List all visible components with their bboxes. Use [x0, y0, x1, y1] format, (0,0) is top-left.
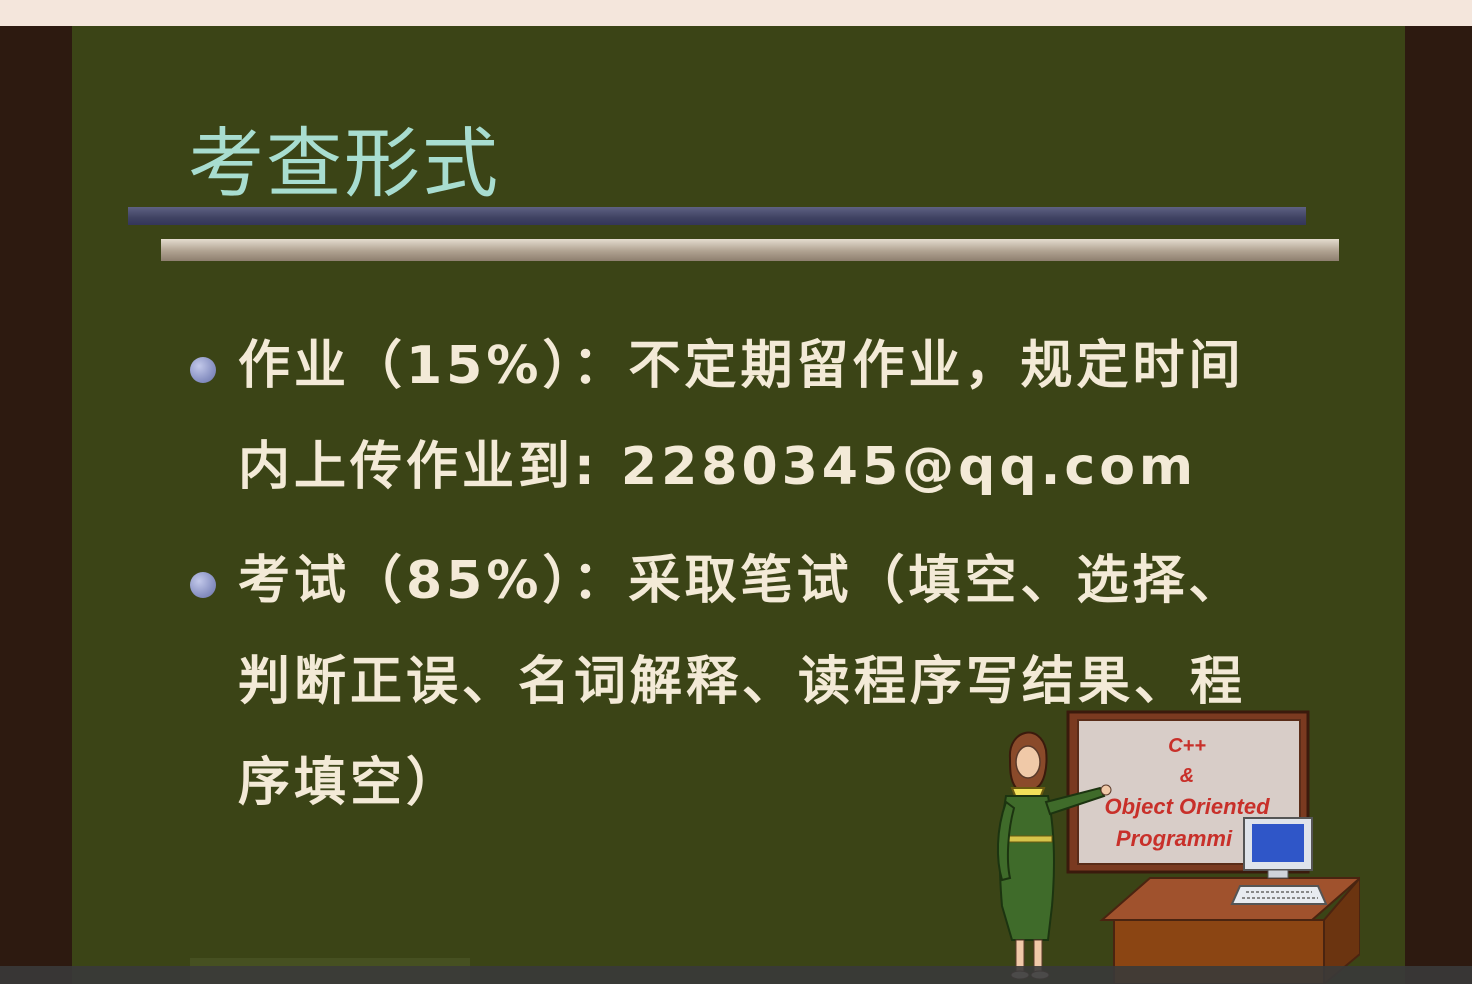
teacher-clipart: C++ & Object Oriented Programmi: [996, 710, 1360, 984]
keyboard-icon: [1230, 885, 1328, 905]
bottom-strip: [0, 966, 1472, 984]
title-underline-light: [161, 239, 1339, 261]
right-frame: [1405, 26, 1472, 984]
board-text-oo: Object Oriented: [1104, 794, 1270, 819]
board-text-cpp: C++: [1168, 735, 1206, 757]
bullet-exam-line1: 考试（85%）：采取笔试（填空、选择、: [238, 551, 1245, 611]
bullet-dot-icon: [190, 572, 216, 598]
title-underline-dark: [128, 207, 1306, 225]
bullet-dot-icon: [190, 357, 216, 383]
slide: 考查形式 作业（15%）：不定期留作业，规定时间 内上传作业到: 2280345…: [72, 26, 1405, 984]
bullet-homework-line1: 作业（15%）：不定期留作业，规定时间: [238, 336, 1245, 396]
slide-title: 考查形式: [188, 119, 500, 208]
board-text-amp: &: [1180, 765, 1194, 787]
bullet-homework: 作业（15%）：不定期留作业，规定时间 内上传作业到: 2280345@qq.c…: [238, 316, 1338, 518]
left-frame: [0, 26, 72, 984]
bullet-homework-line2: 内上传作业到: 2280345@qq.com: [238, 437, 1198, 497]
top-bar: [0, 0, 1472, 26]
board-text-prog: Programmi: [1116, 826, 1233, 851]
